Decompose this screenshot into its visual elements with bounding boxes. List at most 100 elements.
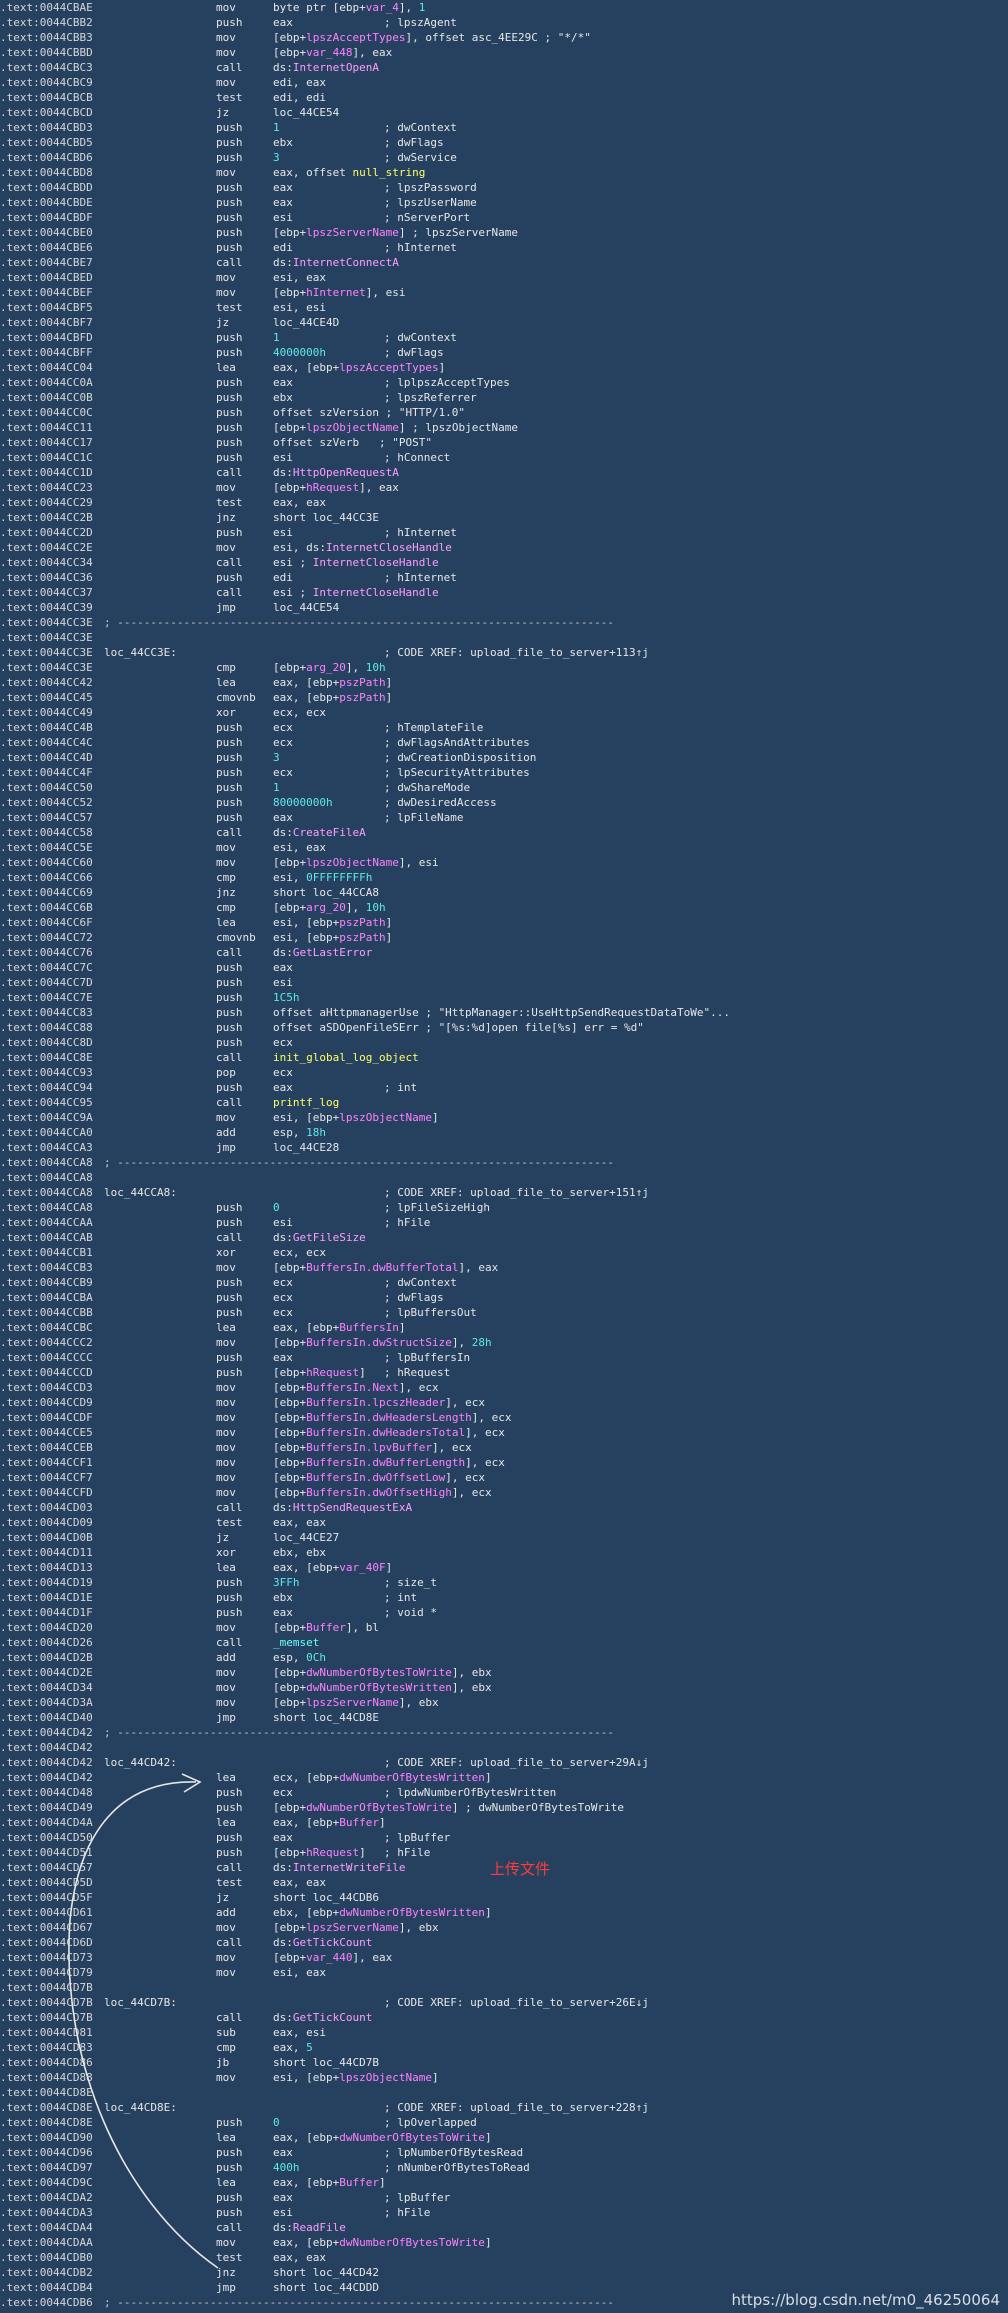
listing-line[interactable]: .text:0044CD90 lea eax, [ebp+dwNumberOfByt… [0,2130,1008,2145]
listing-line[interactable]: .text:0044CCA8 loc_44CCA8: ; CODE XREF: up… [0,1185,1008,1200]
instruction-operands[interactable]: [ebp+lpszObjectName] ; lpszObjectName [273,420,518,435]
listing-line[interactable]: .text:0044CC36 push edi ; hInternet [0,570,1008,585]
instruction-operands[interactable]: [ebp+lpszServerName] ; lpszServerName [273,225,518,240]
instruction-operands[interactable]: loc_44CE28 [273,1140,339,1155]
instruction-operands[interactable]: eax, eax [273,495,326,510]
listing-line[interactable]: .text:0044CC04 lea eax, [ebp+lpszAcceptTyp… [0,360,1008,375]
listing-line[interactable]: .text:0044CC94 push eax ; int [0,1080,1008,1095]
instruction-operands[interactable]: esi ; InternetCloseHandle [273,555,439,570]
instruction-operands[interactable]: short loc_44CD7B [273,2055,379,2070]
listing-line[interactable]: .text:0044CC88 push offset aSDOpenFileSErr… [0,1020,1008,1035]
listing-line[interactable]: .text:0044CD88 mov esi, [ebp+lpszObjectNam… [0,2070,1008,2085]
listing-line[interactable]: .text:0044CBDE push eax ; lpszUserName [0,195,1008,210]
instruction-operands[interactable]: eax [273,1605,293,1620]
instruction-operands[interactable]: eax, [ebp+pszPath] [273,690,392,705]
listing-line[interactable]: .text:0044CD7B loc_44CD7B: ; CODE XREF: up… [0,1995,1008,2010]
instruction-operands[interactable]: [ebp+BuffersIn.dwBufferLength], ecx [273,1455,505,1470]
listing-line[interactable]: .text:0044CD8E push 0 ; lpOverlapped [0,2115,1008,2130]
instruction-operands[interactable]: short loc_44CD42 [273,2265,379,2280]
instruction-operands[interactable]: [ebp+dwNumberOfBytesWritten], ebx [273,1680,492,1695]
instruction-operands[interactable]: ecx [273,1305,293,1320]
instruction-operands[interactable]: eax [273,195,293,210]
listing-line[interactable]: .text:0044CBEF mov [ebp+hInternet], esi [0,285,1008,300]
instruction-operands[interactable]: [ebp+BuffersIn.dwOffsetHigh], ecx [273,1485,492,1500]
instruction-operands[interactable]: [ebp+lpszAcceptTypes], offset asc_4EE29C… [273,30,591,45]
code-label[interactable]: loc_44CCA8: [104,1185,177,1200]
listing-line[interactable]: .text:0044CD73 mov [ebp+var_440], eax [0,1950,1008,1965]
listing-line[interactable]: .text:0044CCB3 mov [ebp+BuffersIn.dwBuffer… [0,1260,1008,1275]
instruction-operands[interactable]: [ebp+BuffersIn.dwStructSize], 28h [273,1335,492,1350]
instruction-operands[interactable]: eax, [ebp+Buffer] [273,2175,386,2190]
instruction-operands[interactable]: [ebp+BuffersIn.dwHeadersTotal], ecx [273,1425,505,1440]
instruction-operands[interactable]: esi [273,1215,293,1230]
instruction-operands[interactable]: ecx [273,735,293,750]
listing-line[interactable]: .text:0044CCBB push ecx ; lpBuffersOut [0,1305,1008,1320]
listing-line[interactable]: .text:0044CDA3 push esi ; hFile [0,2205,1008,2220]
instruction-operands[interactable]: [ebp+BuffersIn.dwOffsetLow], ecx [273,1470,485,1485]
listing-line[interactable]: .text:0044CBD6 push 3 ; dwService [0,150,1008,165]
listing-line[interactable]: .text:0044CD96 push eax ; lpNumberOfBytesRe… [0,2145,1008,2160]
instruction-operands[interactable]: [ebp+arg_20], 10h [273,660,386,675]
instruction-operands[interactable]: ebx [273,390,293,405]
listing-line[interactable]: .text:0044CD61 add ebx, [ebp+dwNumberOfByt… [0,1905,1008,1920]
instruction-operands[interactable]: [ebp+BuffersIn.lpcszHeader], ecx [273,1395,485,1410]
listing-line[interactable]: .text:0044CCE5 mov [ebp+BuffersIn.dwHeader… [0,1425,1008,1440]
instruction-operands[interactable]: eax [273,960,293,975]
instruction-operands[interactable]: esi, esi [273,300,326,315]
listing-line[interactable]: .text:0044CCF7 mov [ebp+BuffersIn.dwOffset… [0,1470,1008,1485]
instruction-operands[interactable]: 3 [273,150,280,165]
listing-line[interactable]: .text:0044CC66 cmp esi, 0FFFFFFFFh [0,870,1008,885]
instruction-operands[interactable]: [ebp+lpszServerName], ebx [273,1695,439,1710]
instruction-operands[interactable]: [ebp+var_440], eax [273,1950,392,1965]
listing-line[interactable]: .text:0044CCCC push eax ; lpBuffersIn [0,1350,1008,1365]
listing-line[interactable]: .text:0044CC29 test eax, eax [0,495,1008,510]
listing-line[interactable]: .text:0044CBC3 call ds:InternetOpenA [0,60,1008,75]
listing-line[interactable]: .text:0044CBDD push eax ; lpszPassword [0,180,1008,195]
listing-line[interactable]: .text:0044CC3E ; ------------------------… [0,615,1008,630]
instruction-operands[interactable]: edi [273,570,293,585]
instruction-operands[interactable]: eax, [ebp+var_40F] [273,1560,392,1575]
listing-line[interactable]: .text:0044CCAB call ds:GetFileSize [0,1230,1008,1245]
instruction-operands[interactable]: esi, eax [273,270,326,285]
instruction-operands[interactable]: loc_44CE54 [273,600,339,615]
instruction-operands[interactable]: ecx [273,1035,293,1050]
listing-line[interactable]: .text:0044CC52 push 80000000h ; dwDesiredAc… [0,795,1008,810]
instruction-operands[interactable]: eax [273,2145,293,2160]
listing-line[interactable]: .text:0044CC8E call init_global_log_object [0,1050,1008,1065]
listing-line[interactable]: .text:0044CD5F jz short loc_44CDB6 [0,1890,1008,1905]
listing-line[interactable]: .text:0044CC11 push [ebp+lpszObjectName] ;… [0,420,1008,435]
listing-line[interactable]: .text:0044CD40 jmp short loc_44CD8E [0,1710,1008,1725]
listing-line[interactable]: .text:0044CD09 test eax, eax [0,1515,1008,1530]
listing-line[interactable]: .text:0044CDA2 push eax ; lpBuffer [0,2190,1008,2205]
code-label[interactable]: loc_44CC3E: [104,645,177,660]
instruction-operands[interactable]: 4000000h [273,345,326,360]
instruction-operands[interactable]: ecx, ecx [273,705,326,720]
listing-line[interactable]: .text:0044CC42 lea eax, [ebp+pszPath] [0,675,1008,690]
instruction-operands[interactable]: offset aHttpmanagerUse ; "HttpManager::U… [273,1005,730,1020]
listing-line[interactable]: .text:0044CD50 push eax ; lpBuffer [0,1830,1008,1845]
listing-line[interactable]: .text:0044CD2B add esp, 0Ch [0,1650,1008,1665]
instruction-operands[interactable]: [ebp+hRequest], eax [273,480,399,495]
instruction-operands[interactable]: eax, [ebp+dwNumberOfBytesToWrite] [273,2235,492,2250]
instruction-operands[interactable]: loc_44CE4D [273,315,339,330]
instruction-operands[interactable]: eax, [ebp+lpszAcceptTypes] [273,360,445,375]
instruction-operands[interactable]: ebx [273,1590,293,1605]
instruction-operands[interactable]: ds:HttpSendRequestExA [273,1500,412,1515]
instruction-operands[interactable]: eax, [ebp+Buffer] [273,1815,386,1830]
instruction-operands[interactable]: [ebp+lpszServerName], ebx [273,1920,439,1935]
listing-line[interactable]: .text:0044CBB2 push eax ; lpszAgent [0,15,1008,30]
instruction-operands[interactable]: init_global_log_object [273,1050,419,1065]
instruction-operands[interactable]: [ebp+dwNumberOfBytesToWrite] ; dwNumberO… [273,1800,624,1815]
listing-line[interactable]: .text:0044CC83 push offset aHttpmanagerUse… [0,1005,1008,1020]
instruction-operands[interactable]: esi, [ebp+pszPath] [273,930,392,945]
instruction-operands[interactable]: esp, 18h [273,1125,326,1140]
instruction-operands[interactable]: [ebp+Buffer], bl [273,1620,379,1635]
listing-line[interactable]: .text:0044CD3A mov [ebp+lpszServerName], e… [0,1695,1008,1710]
listing-line[interactable]: .text:0044CDB0 test eax, eax [0,2250,1008,2265]
instruction-operands[interactable]: esi, eax [273,840,326,855]
instruction-operands[interactable]: eax [273,810,293,825]
listing-line[interactable]: .text:0044CBDF push esi ; nServerPort [0,210,1008,225]
listing-line[interactable]: .text:0044CC8D push ecx [0,1035,1008,1050]
instruction-operands[interactable]: short loc_44CCA8 [273,885,379,900]
listing-line[interactable]: .text:0044CD42 [0,1740,1008,1755]
